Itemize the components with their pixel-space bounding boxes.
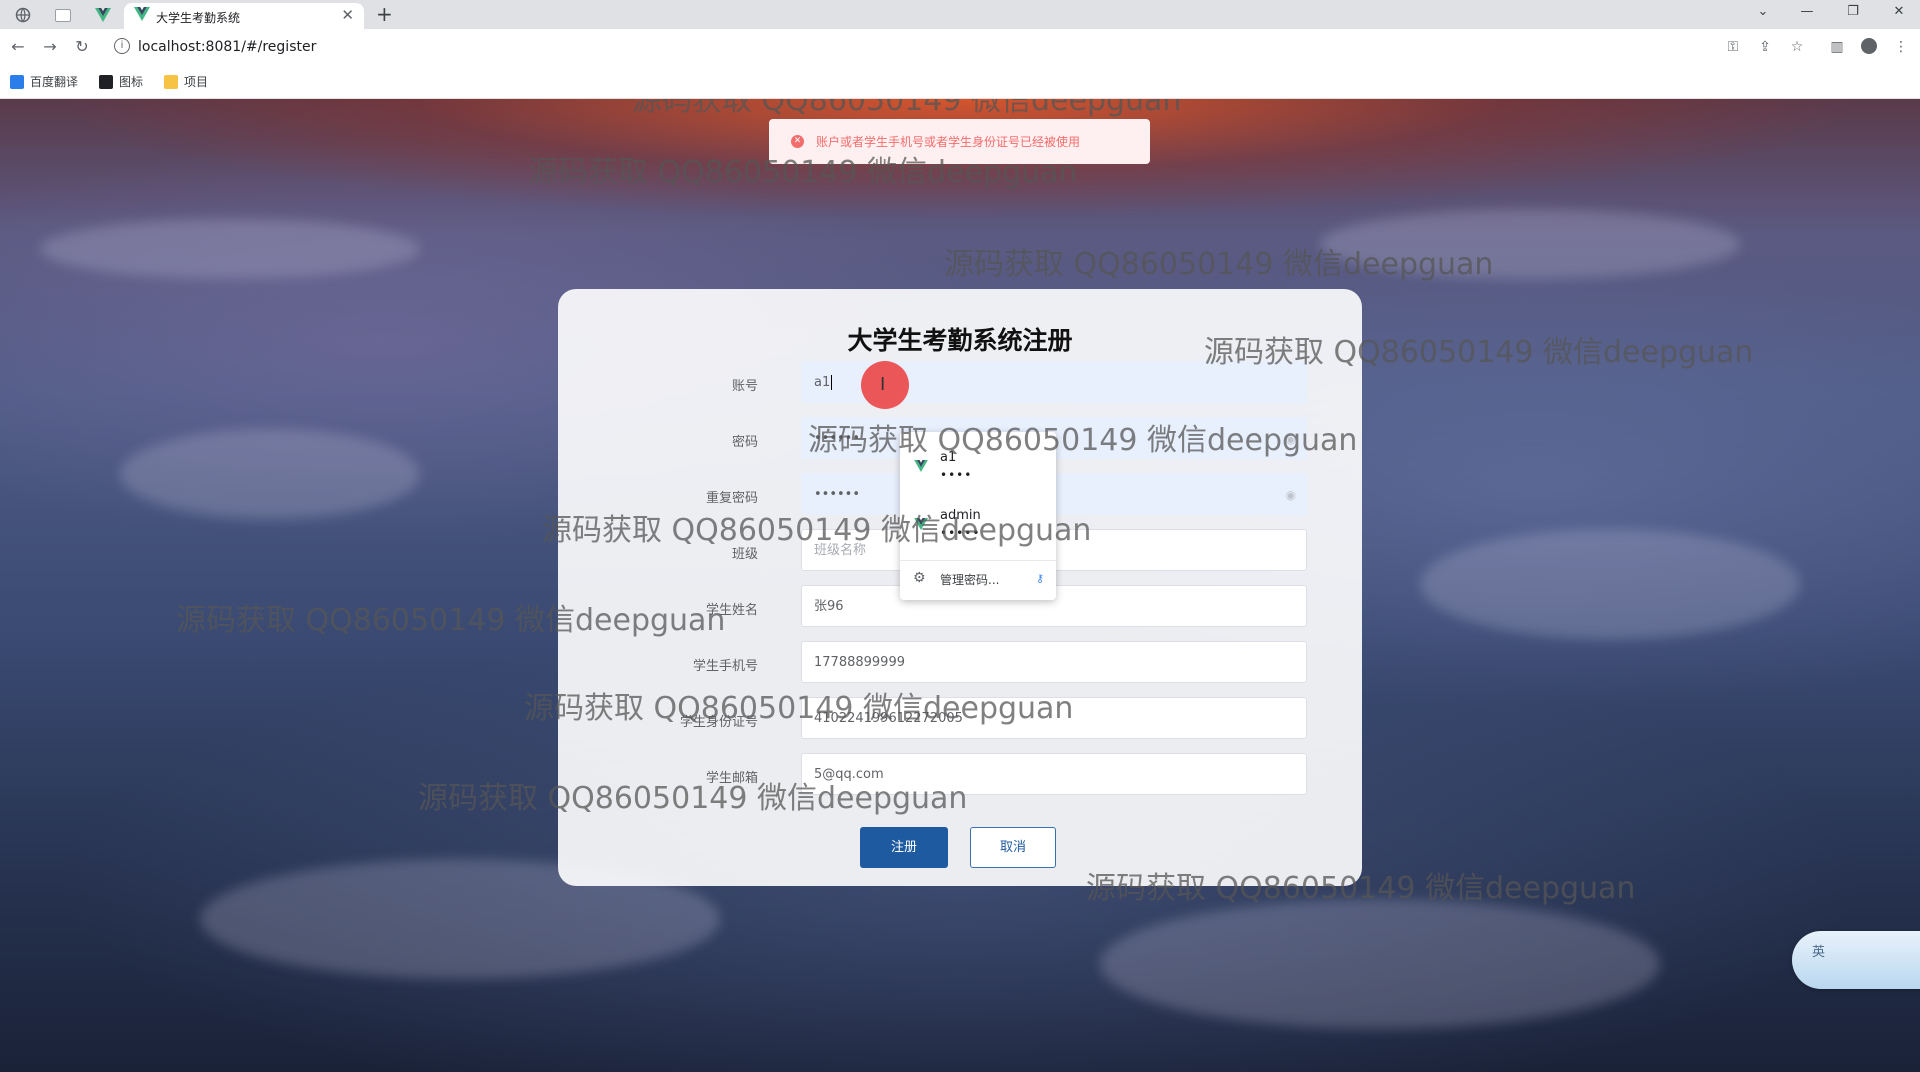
cloud-decoration — [1100, 899, 1660, 1029]
active-tab[interactable]: 大学生考勤系统 ✕ — [124, 3, 364, 29]
globe-icon — [15, 7, 31, 23]
cloud-decoration — [120, 429, 420, 519]
student-phone-label: 学生手机号 — [692, 659, 758, 674]
cloud-decoration — [1420, 529, 1800, 639]
url-text[interactable]: localhost:8081/#/register — [138, 39, 316, 55]
back-icon[interactable]: ← — [8, 37, 28, 57]
folder-icon — [164, 74, 178, 89]
confirm-password-label: 重复密码 — [705, 491, 758, 506]
side-panel-icon[interactable]: ▥ — [1828, 38, 1846, 56]
translate-icon — [10, 74, 24, 89]
ime-widget[interactable]: 英 — [1792, 931, 1920, 989]
star-icon[interactable]: ☆ — [1788, 38, 1806, 56]
text-caret — [831, 375, 833, 390]
gear-icon: ⚙ — [913, 570, 926, 586]
autofill-password: •••• — [940, 468, 973, 482]
watermark-text: 源码获取 QQ86050149 微信deepguan — [524, 691, 1074, 726]
watermark-text: 源码获取 QQ86050149 微信deepguan — [944, 247, 1494, 282]
watermark-text: 源码获取 QQ86050149 微信deepguan — [528, 155, 1078, 190]
key-icon[interactable]: ⚿ — [1724, 38, 1742, 56]
page-icon — [55, 8, 71, 22]
reload-icon[interactable]: ↻ — [72, 37, 92, 57]
share-icon[interactable]: ⇪ — [1756, 38, 1774, 56]
watermark-text: 源码获取 QQ86050149 微信deepguan — [808, 423, 1358, 458]
watermark-text: 源码获取 QQ86050149 微信deepguan — [632, 99, 1182, 118]
watermark-text: 源码获取 QQ86050149 微信deepguan — [542, 513, 1092, 548]
pinned-tab-vue[interactable] — [90, 4, 116, 26]
tab-search-icon[interactable]: ⌄ — [1752, 4, 1774, 24]
ime-mode-label: 英 — [1812, 945, 1826, 960]
profile-avatar-icon[interactable] — [1860, 38, 1878, 56]
pinned-tab-blank[interactable] — [50, 4, 76, 26]
student-phone-value: 17788899999 — [814, 655, 905, 670]
account-label: 账号 — [731, 379, 758, 394]
watermark-text: 源码获取 QQ86050149 微信deepguan — [1204, 335, 1754, 370]
restore-button[interactable]: ❐ — [1842, 4, 1864, 24]
new-tab-button[interactable]: + — [376, 2, 393, 26]
watermark-text: 源码获取 QQ86050149 微信deepguan — [1086, 871, 1636, 906]
register-button[interactable]: 注册 — [860, 827, 948, 868]
menu-icon[interactable]: ⋮ — [1892, 38, 1910, 56]
watermark-text: 源码获取 QQ86050149 微信deepguan — [418, 781, 968, 816]
browser-toolbar: ← → ↻ i localhost:8081/#/register ⚿ ⇪ ☆ … — [0, 29, 1920, 65]
account-value: a1 — [814, 375, 831, 390]
click-indicator: I — [861, 361, 909, 409]
student-name-value: 张96 — [814, 599, 844, 614]
page-background: ✕ 账户或者学生手机号或者学生身份证号已经被使用 大学生考勤系统注册 账号 a1… — [0, 99, 1920, 1072]
tab-title: 大学生考勤系统 — [156, 11, 241, 25]
key-icon: ⚷ — [1035, 572, 1044, 585]
manage-passwords-label: 管理密码... — [940, 573, 1000, 587]
image-icon — [99, 74, 113, 89]
text-cursor-icon: I — [880, 374, 886, 395]
eye-icon[interactable]: ◉ — [1286, 474, 1296, 514]
bookmark-item[interactable]: 项目 — [164, 73, 208, 90]
browser-tab-bar: 大学生考勤系统 ✕ + ⌄ — ❐ ✕ — [0, 0, 1920, 29]
watermark-text: 源码获取 QQ86050149 微信deepguan — [176, 603, 726, 638]
manage-passwords-item[interactable]: ⚙ 管理密码... ⚷ — [900, 560, 1056, 597]
vue-logo-icon — [134, 7, 150, 21]
password-label: 密码 — [731, 435, 758, 450]
student-phone-input[interactable]: 17788899999 — [801, 641, 1307, 683]
bookmarks-bar: 百度翻译 图标 项目 — [0, 65, 1920, 99]
confirm-password-value: •••••• — [814, 487, 861, 502]
address-bar[interactable]: i localhost:8081/#/register — [106, 33, 1726, 61]
pinned-tab-globe[interactable] — [10, 4, 36, 26]
vue-logo-icon — [95, 8, 111, 22]
window-close-button[interactable]: ✕ — [1888, 4, 1910, 24]
forward-icon[interactable]: → — [40, 37, 60, 57]
cloud-decoration — [40, 219, 420, 279]
cancel-button[interactable]: 取消 — [970, 827, 1056, 868]
site-info-icon[interactable]: i — [114, 38, 130, 54]
vue-logo-icon — [914, 460, 928, 472]
minimize-button[interactable]: — — [1796, 4, 1818, 24]
bookmark-item[interactable]: 图标 — [99, 73, 143, 90]
bookmark-item[interactable]: 百度翻译 — [10, 73, 78, 90]
tab-close-icon[interactable]: ✕ — [341, 6, 354, 24]
